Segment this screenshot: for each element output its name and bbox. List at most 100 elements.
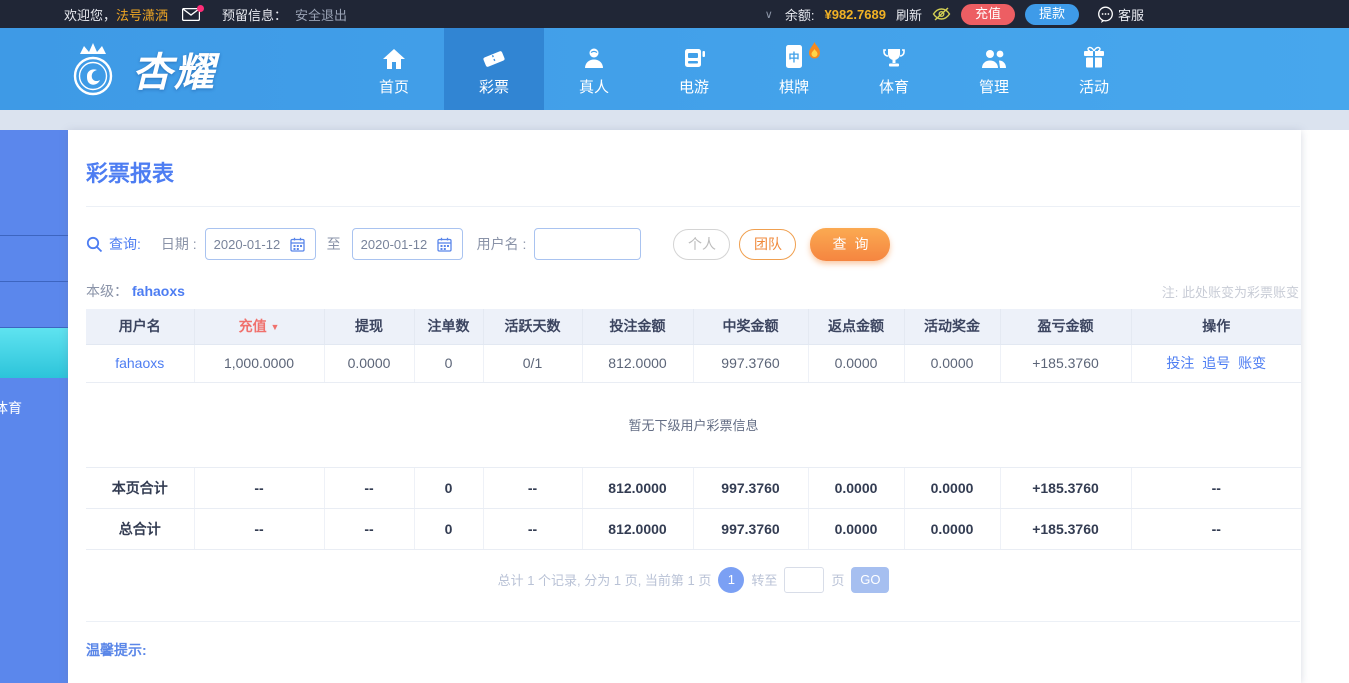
nav-item-lottery[interactable]: 彩票 — [444, 28, 544, 110]
welcome-text: 欢迎您， — [64, 5, 116, 24]
nav-label: 彩票 — [479, 76, 509, 97]
date-from-input[interactable] — [214, 237, 290, 252]
page-title: 彩票报表 — [86, 156, 1301, 188]
total-profit: +185.3760 — [1000, 467, 1131, 508]
trophy-icon — [882, 42, 906, 70]
mail-icon[interactable] — [182, 8, 200, 21]
row-username-link[interactable]: fahaoxs — [115, 355, 164, 371]
pagination-summary: 总计 1 个记录, 分为 1 页, 当前第 1 页 — [498, 570, 712, 589]
date-to-box — [352, 228, 463, 260]
goto-label: 转至 — [751, 570, 777, 589]
nav-label: 首页 — [379, 76, 409, 97]
customer-service-link[interactable]: 客服 — [1097, 5, 1144, 24]
divider — [86, 206, 1300, 207]
withdraw-button[interactable]: 提款 — [1025, 4, 1079, 25]
search-button[interactable]: 查询 — [810, 228, 890, 261]
team-button[interactable]: 团队 — [739, 229, 796, 260]
personal-button[interactable]: 个人 — [673, 229, 730, 260]
topbar: 欢迎您， 法号潇洒 预留信息： 安全退出 ∨ 余额: ¥982.7689 刷新 … — [0, 0, 1349, 28]
sidebar-item-label: 体育 — [0, 398, 22, 418]
total-op: -- — [1131, 508, 1301, 549]
deposit-button[interactable]: 充值 — [961, 4, 1015, 25]
nav-item-sports[interactable]: 体育 — [844, 28, 944, 110]
sidebar-item[interactable] — [0, 282, 68, 328]
nav-item-manage[interactable]: 管理 — [944, 28, 1044, 110]
nav-label: 真人 — [579, 76, 609, 97]
username-text: 法号潇洒 — [116, 5, 168, 24]
balance-label: 余额: — [785, 5, 815, 24]
brand-logo[interactable]: 杏耀 — [62, 28, 292, 110]
main-nav: 杏耀 首页 彩票 真人 电游 中 棋牌 体育 管理 — [0, 28, 1349, 110]
total-cell: -- — [483, 467, 582, 508]
go-button[interactable]: GO — [851, 567, 889, 593]
total-cell: 997.3760 — [693, 467, 808, 508]
goto-page-input[interactable] — [784, 567, 824, 593]
col-header-bonus: 活动奖金 — [904, 309, 1000, 344]
total-cell: -- — [324, 508, 414, 549]
total-label: 本页合计 — [86, 467, 194, 508]
page-total-row: 本页合计 -- -- 0 -- 812.0000 997.3760 0.0000… — [86, 467, 1301, 508]
nav-item-promo[interactable]: 活动 — [1044, 28, 1144, 110]
level-row: 本级： fahaoxs 注: 此处账变为彩票账变 — [86, 281, 1301, 301]
total-cell: -- — [324, 467, 414, 508]
balance-value: ¥982.7689 — [824, 7, 885, 22]
total-cell: 0.0000 — [904, 467, 1000, 508]
reserved-info-label: 预留信息： — [222, 5, 287, 24]
col-header-win-amount: 中奖金额 — [693, 309, 808, 344]
chat-bubble-icon — [1097, 6, 1114, 23]
col-header-username: 用户名 — [86, 309, 194, 344]
date-label: 日期 : — [161, 234, 197, 254]
total-cell: 0.0000 — [808, 467, 904, 508]
mahjong-tile-icon: 中 — [784, 42, 804, 70]
total-profit: +185.3760 — [1000, 508, 1131, 549]
col-header-rebate: 返点金额 — [808, 309, 904, 344]
page-unit-label: 页 — [831, 570, 844, 589]
total-cell: 0.0000 — [808, 508, 904, 549]
col-header-active-days: 活跃天数 — [483, 309, 582, 344]
action-bets-link[interactable]: 投注 — [1166, 355, 1194, 371]
cell-bonus: 0.0000 — [904, 344, 1000, 382]
nav-item-home[interactable]: 首页 — [344, 28, 444, 110]
cell-deposit: 1,000.0000 — [194, 344, 324, 382]
home-icon — [382, 42, 406, 70]
divider — [86, 621, 1300, 622]
sidebar-item[interactable] — [0, 130, 68, 236]
nav-item-egames[interactable]: 电游 — [644, 28, 744, 110]
page-number-button[interactable]: 1 — [718, 567, 744, 593]
total-cell: 812.0000 — [582, 508, 693, 549]
date-to-input[interactable] — [361, 237, 437, 252]
sidebar-item-sports[interactable]: 体育 — [0, 378, 68, 438]
eye-off-icon[interactable] — [932, 7, 951, 21]
username-input[interactable] — [534, 228, 641, 260]
chevron-down-icon[interactable]: ∨ — [765, 8, 773, 21]
search-icon — [86, 236, 103, 253]
query-bar: 查询: 日期 : 至 用户名 : 个人 团队 查询 — [86, 227, 1301, 261]
total-op: -- — [1131, 467, 1301, 508]
total-cell: -- — [194, 467, 324, 508]
nav-label: 活动 — [1079, 76, 1109, 97]
calendar-icon[interactable] — [437, 237, 452, 252]
total-label: 总合计 — [86, 508, 194, 549]
col-header-withdraw: 提现 — [324, 309, 414, 344]
nav-label: 管理 — [979, 76, 1009, 97]
refresh-link[interactable]: 刷新 — [896, 5, 922, 24]
empty-message: 暂无下级用户彩票信息 — [86, 382, 1301, 467]
action-chase-link[interactable]: 追号 — [1202, 355, 1230, 371]
calendar-icon[interactable] — [290, 237, 305, 252]
ticket-icon — [481, 42, 507, 70]
nav-item-chess[interactable]: 中 棋牌 — [744, 28, 844, 110]
nav-items: 首页 彩票 真人 电游 中 棋牌 体育 管理 活动 — [344, 28, 1144, 110]
total-cell: 0 — [414, 508, 483, 549]
sidebar-item-active[interactable] — [0, 328, 68, 378]
cell-rebate: 0.0000 — [808, 344, 904, 382]
action-account-change-link[interactable]: 账变 — [1238, 355, 1266, 371]
left-sidebar: 体育 — [0, 130, 68, 683]
level-label: 本级： — [86, 281, 128, 301]
nav-item-live[interactable]: 真人 — [544, 28, 644, 110]
username-label: 用户名 : — [477, 234, 527, 254]
report-card: 彩票报表 查询: 日期 : 至 用户名 : 个人 团队 查询 本级： f — [68, 130, 1301, 683]
col-header-deposit-sort[interactable]: 充值 ▼ — [194, 309, 324, 344]
empty-row: 暂无下级用户彩票信息 — [86, 382, 1301, 467]
sidebar-item[interactable] — [0, 236, 68, 282]
logout-link[interactable]: 安全退出 — [295, 5, 347, 24]
